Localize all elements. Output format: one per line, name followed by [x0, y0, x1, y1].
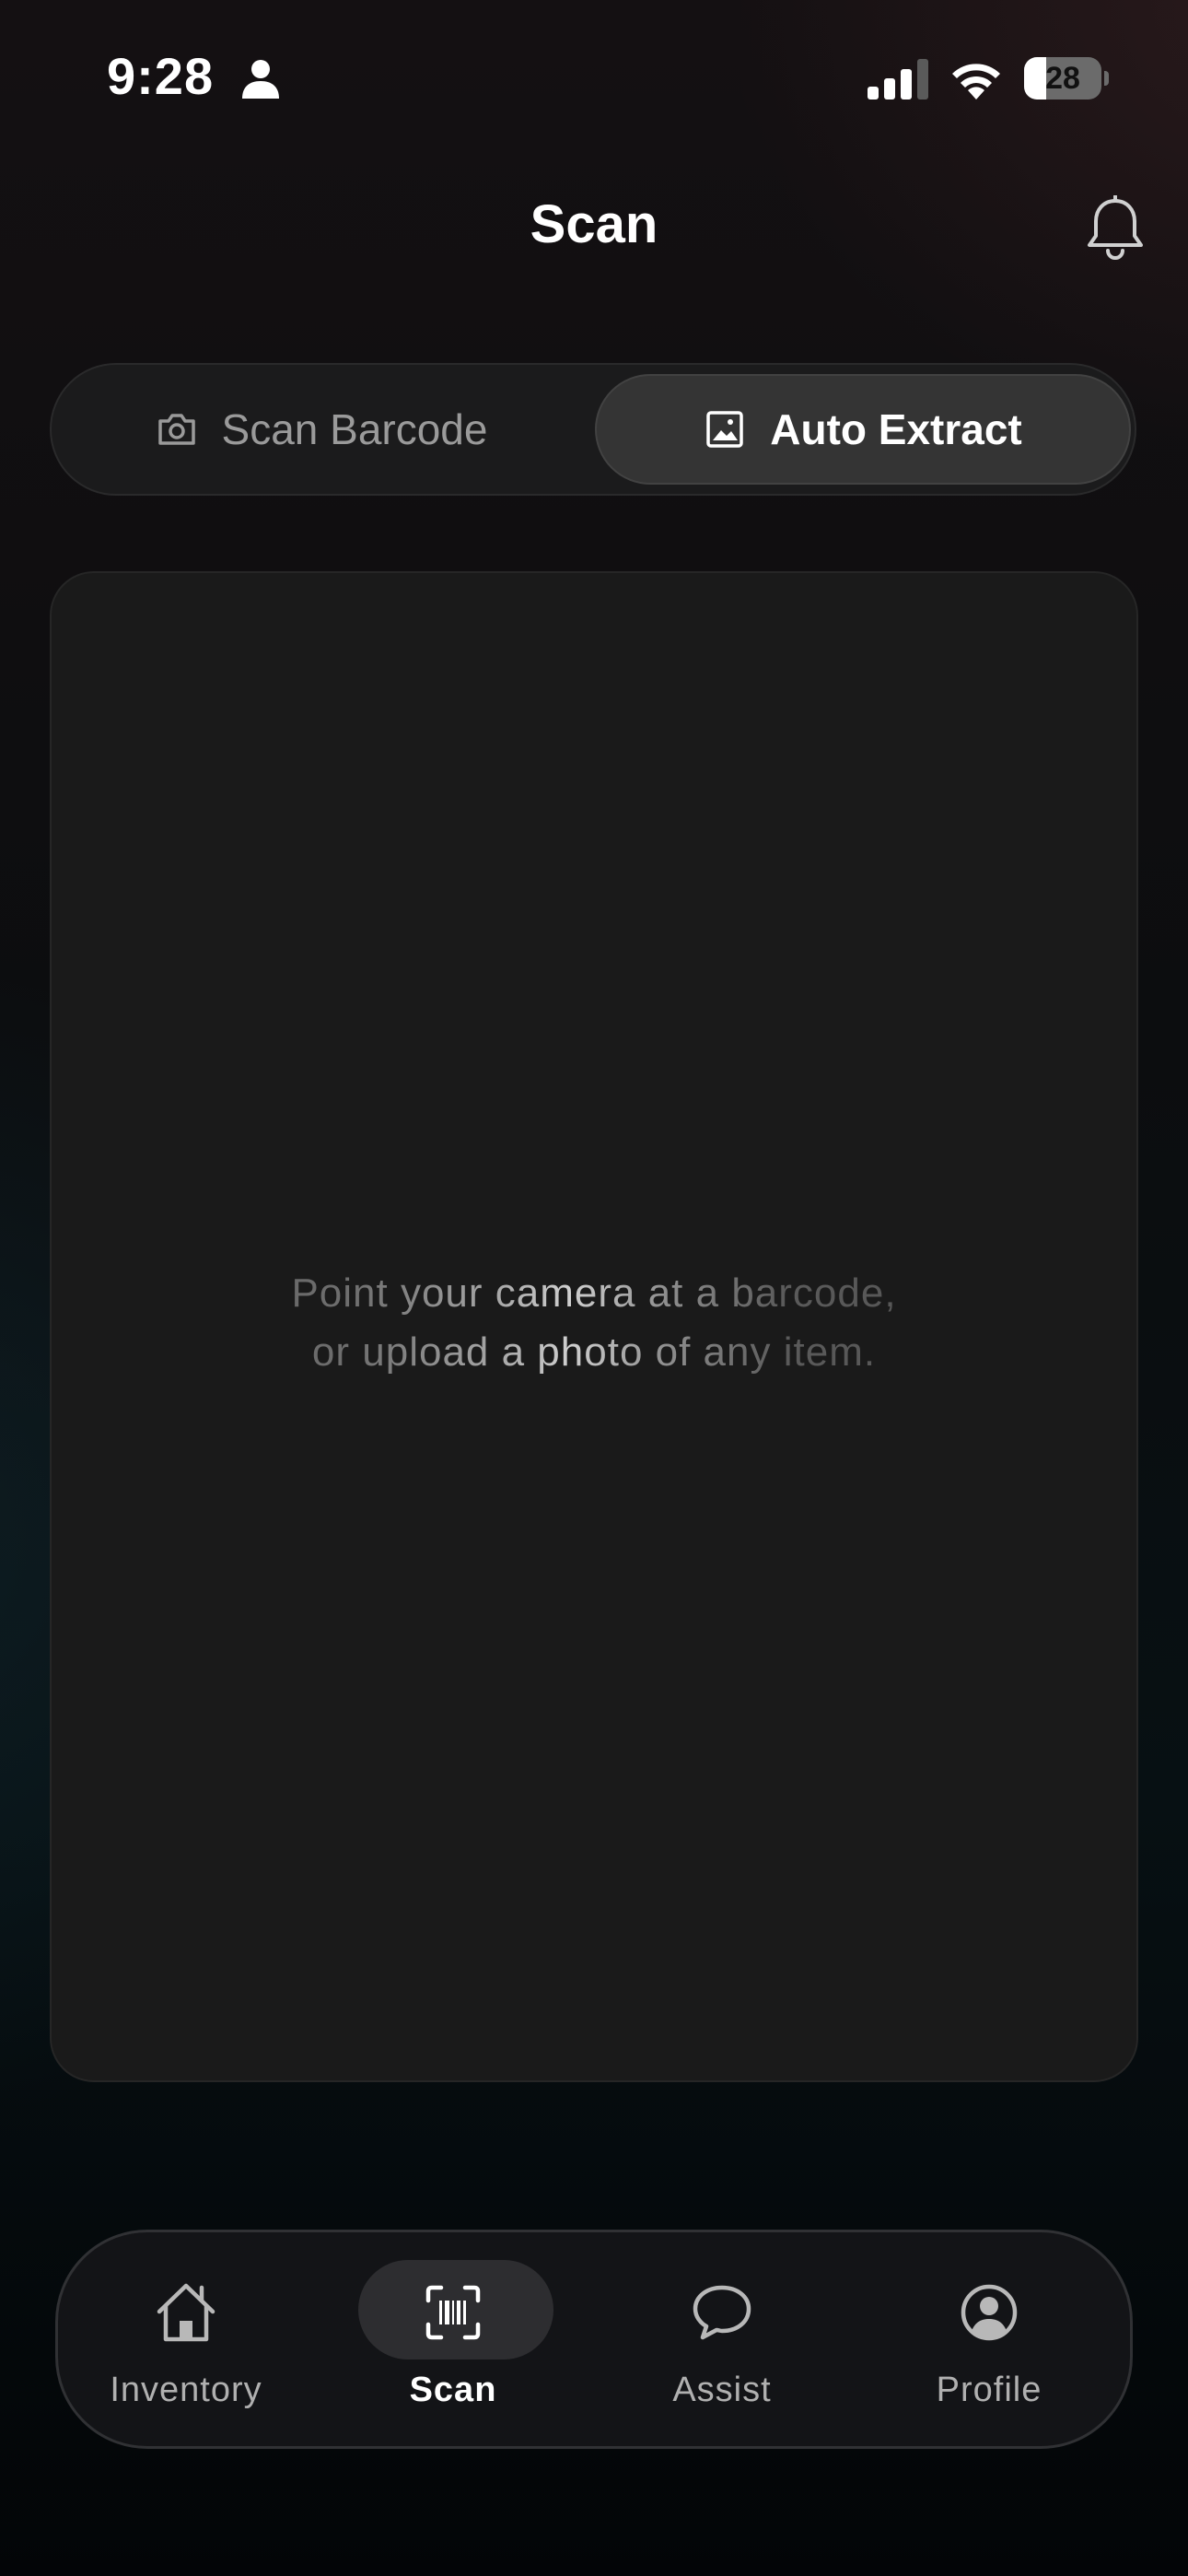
battery-level: 28: [1045, 61, 1080, 96]
scan-barcode-tab[interactable]: Scan Barcode: [59, 374, 584, 485]
status-bar: 9:28 28: [0, 0, 1188, 157]
tab-inventory-label: Inventory: [110, 2371, 262, 2409]
battery-indicator: 28: [1024, 57, 1109, 100]
page-title: Scan: [530, 194, 658, 254]
person-icon: [242, 60, 279, 99]
preview-hint-line-1: Point your camera at a barcode,: [291, 1270, 897, 1316]
barcode-scan-icon: [425, 2285, 481, 2340]
mode-toggle: Scan Barcode Auto Extract: [50, 363, 1136, 496]
preview-hint-line-2: or upload a photo of any item.: [311, 1329, 877, 1375]
tab-inventory[interactable]: Inventory: [62, 2232, 310, 2446]
tab-profile[interactable]: Profile: [865, 2232, 1113, 2446]
camera-icon: [157, 414, 195, 445]
bottom-tab-bar: Inventory Scan Assist Profile: [55, 2230, 1133, 2449]
battery-body: 28: [1024, 57, 1101, 100]
status-time: 9:28: [107, 47, 215, 105]
tab-profile-label: Profile: [936, 2371, 1042, 2409]
home-icon: [157, 2283, 215, 2342]
tab-assist[interactable]: Assist: [598, 2232, 846, 2446]
scan-barcode-label: Scan Barcode: [221, 405, 488, 453]
battery-tip: [1104, 71, 1109, 86]
preview-hint: Point your camera at a barcode, or uploa…: [0, 1264, 1188, 1382]
bell-icon[interactable]: [1083, 195, 1147, 262]
image-icon: [706, 411, 743, 448]
chat-bubble-icon: [693, 2285, 751, 2340]
auto-extract-label: Auto Extract: [770, 405, 1022, 453]
cellular-signal-icon: [868, 59, 928, 100]
tab-scan[interactable]: Scan: [329, 2232, 577, 2446]
tab-assist-label: Assist: [672, 2371, 772, 2409]
wifi-icon: [952, 64, 1000, 100]
tab-scan-label: Scan: [409, 2371, 497, 2409]
auto-extract-tab[interactable]: Auto Extract: [595, 374, 1131, 485]
user-circle-icon: [961, 2284, 1018, 2341]
